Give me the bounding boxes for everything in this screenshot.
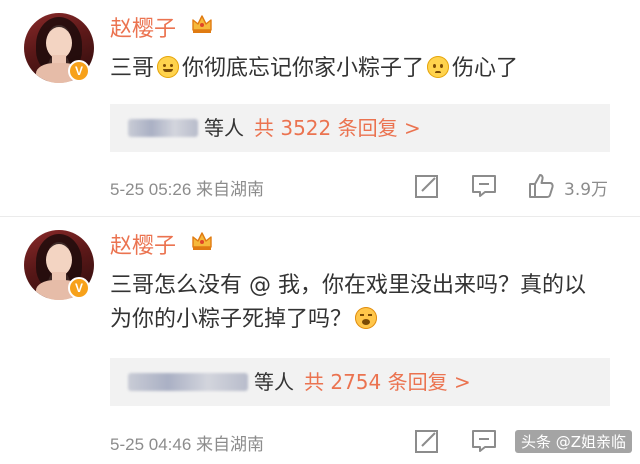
comment-meta: 5-25 05:26 来自湖南: [110, 180, 265, 199]
watermark: 头条 @Z姐亲临: [515, 430, 633, 453]
share-icon[interactable]: [413, 427, 441, 455]
replies-suffix: 等人: [204, 116, 244, 140]
sad-emoji-icon: [427, 56, 450, 78]
blurred-username: [128, 119, 198, 137]
username[interactable]: 赵樱子: [110, 11, 176, 43]
comment-meta: 5-25 04:46 来自湖南: [110, 435, 265, 454]
replies-link[interactable]: 共 2754 条回复 >: [304, 370, 471, 394]
replies-link[interactable]: 共 3522 条回复 >: [254, 116, 421, 140]
replies-box[interactable]: 等人共 3522 条回复 >: [110, 104, 610, 152]
comment-text-part: 三哥怎么没有 @ 我，你在戏里没出来吗？真的以为你的小粽子死掉了吗？: [110, 273, 586, 332]
comment-item: V 赵樱子 三哥 你彻底忘记你家小粽子了 伤心了 等人共 3522 条回复 > 5-…: [0, 0, 640, 216]
replies-box[interactable]: 等人共 2754 条回复 >: [110, 358, 610, 406]
comment-text: 三哥 你彻底忘记你家小粽子了 伤心了: [110, 52, 610, 86]
replies-suffix: 等人: [254, 370, 294, 394]
verified-badge-icon: V: [68, 60, 90, 82]
blurred-username: [128, 373, 248, 391]
like-icon[interactable]: [527, 172, 555, 200]
verified-badge-icon: V: [68, 277, 90, 299]
cry-emoji-icon: [355, 307, 378, 329]
comment-text-part: 伤心了: [452, 56, 519, 81]
username[interactable]: 赵樱子: [110, 228, 176, 260]
share-icon[interactable]: [413, 172, 441, 200]
like-count: 3.9万: [564, 180, 609, 200]
comment-text: 三哥怎么没有 @ 我，你在戏里没出来吗？真的以为你的小粽子死掉了吗？: [110, 269, 600, 337]
comment-icon[interactable]: [470, 172, 498, 200]
crown-vip-icon: [192, 232, 212, 250]
comment-icon[interactable]: [470, 427, 498, 455]
smile-emoji-icon: [157, 56, 180, 78]
comment-text-part: 三哥: [110, 56, 155, 81]
crown-vip-icon: [192, 15, 212, 33]
comment-text-part: 你彻底忘记你家小粽子了: [182, 56, 425, 81]
comment-item: V 赵樱子 三哥怎么没有 @ 我，你在戏里没出来吗？真的以为你的小粽子死掉了吗？…: [0, 217, 640, 464]
